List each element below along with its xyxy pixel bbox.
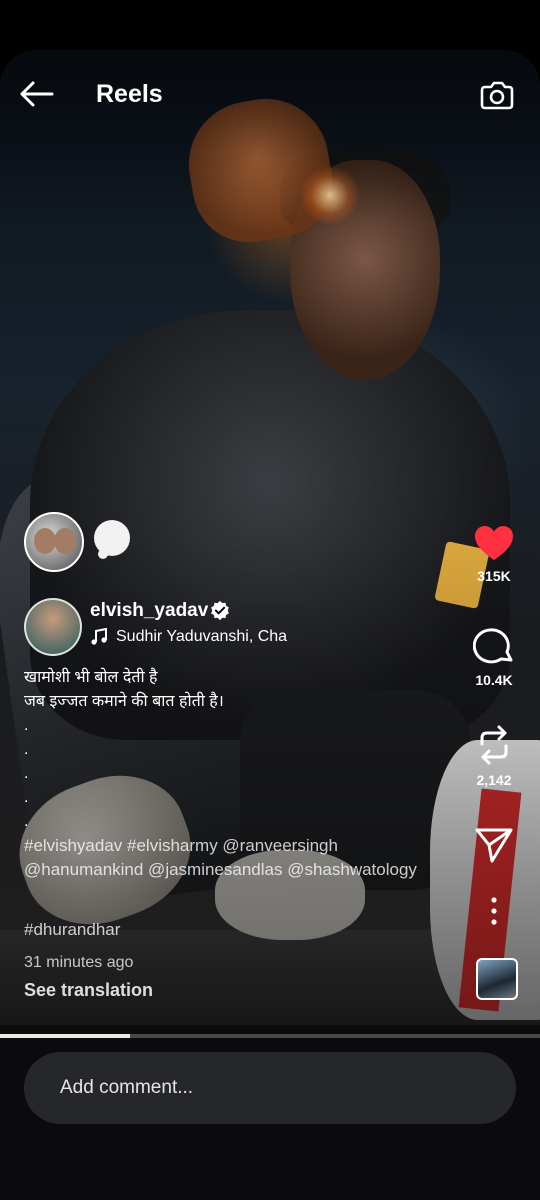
camera-icon: [480, 81, 514, 110]
caption-dot: .: [24, 789, 29, 806]
page-title: Reels: [96, 80, 163, 108]
verified-badge-icon: [211, 600, 229, 621]
caption-hashtag-second[interactable]: #dhurandhar: [24, 920, 120, 940]
video-progress-fill: [0, 1034, 130, 1038]
caption-dot: .: [24, 765, 29, 782]
comment-icon: [473, 628, 513, 664]
see-translation-link[interactable]: See translation: [24, 980, 153, 1001]
repost-count: 2,142: [476, 772, 512, 788]
caption-hashtags[interactable]: #elvishyadav #elvisharmy @ranveersingh @…: [24, 834, 454, 882]
reels-screen: Reels elvish_yadav Sudhir Yaduvanshi, Ch…: [0, 50, 540, 1200]
caption[interactable]: खामोशी भी बोल देती है जब इज्जत कमाने की …: [24, 666, 444, 834]
audio-track-label: Sudhir Yaduvanshi, Cha: [116, 628, 288, 645]
heart-icon: [475, 526, 513, 560]
caption-dot: .: [24, 741, 29, 758]
repost-icon: [480, 725, 508, 765]
caption-dot: .: [24, 717, 29, 734]
caption-line-2: जब इज्जत कमाने की बात होती है।: [24, 693, 224, 710]
author-avatar[interactable]: [24, 598, 82, 656]
note-bubble-icon[interactable]: [94, 520, 130, 559]
post-timestamp: 31 minutes ago: [24, 954, 134, 971]
music-note-icon: [91, 628, 107, 645]
more-options-button[interactable]: [466, 896, 522, 926]
more-icon: [491, 897, 497, 925]
back-button[interactable]: [14, 74, 58, 114]
share-icon: [475, 828, 513, 863]
caption-dot: .: [24, 813, 29, 830]
audio-track[interactable]: Sudhir Yaduvanshi, Cha: [90, 628, 287, 646]
repost-button[interactable]: 2,142: [466, 724, 522, 788]
caption-line-1: खामोशी भी बोल देती है: [24, 669, 158, 686]
video-progress-bar[interactable]: [0, 1034, 540, 1038]
like-button[interactable]: 315K: [466, 524, 522, 584]
add-comment-placeholder: Add comment...: [60, 1077, 194, 1098]
reels-header: Reels: [0, 50, 540, 140]
collab-face-1: [34, 528, 56, 554]
collab-face-2: [54, 528, 76, 554]
author-username[interactable]: elvish_yadav: [90, 600, 208, 622]
back-arrow-icon: [20, 81, 54, 107]
audio-thumbnail[interactable]: [476, 958, 518, 1000]
add-comment-field[interactable]: Add comment...: [24, 1052, 516, 1124]
camera-button[interactable]: [476, 74, 518, 116]
comment-button[interactable]: 10.4K: [466, 626, 522, 688]
like-count: 315K: [477, 568, 511, 584]
collaborators-avatar[interactable]: [24, 512, 84, 572]
comment-count: 10.4K: [475, 672, 513, 688]
share-button[interactable]: [466, 826, 522, 864]
